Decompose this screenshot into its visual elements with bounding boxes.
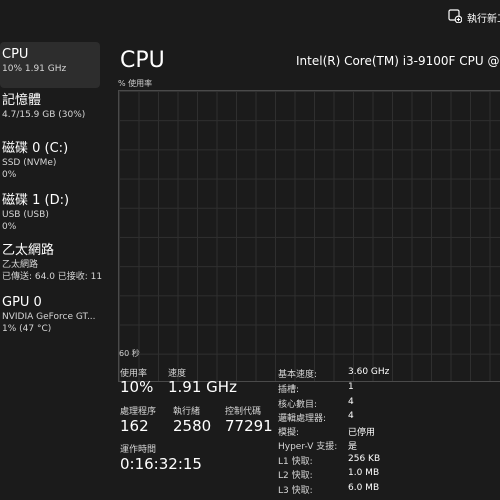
spec-label: L2 快取: [278, 471, 313, 481]
sidebar-item-disk-1[interactable]: 磁碟 1 (D:) USB (USB) 0% [0, 192, 100, 233]
sidebar-item-cpu[interactable]: CPU 10% 1.91 GHz [0, 42, 100, 88]
sidebar-item-title: 乙太網路 [2, 243, 55, 258]
spec-value: 256 KB [348, 454, 381, 464]
sidebar-item-title: 記憶體 [2, 93, 42, 108]
uptime-value: 0:16:32:15 [120, 455, 202, 473]
processes-value: 162 [120, 417, 149, 435]
run-new-task-button[interactable]: 執行新工 [448, 8, 500, 26]
sidebar-item-detail: 乙太網路 [2, 260, 39, 270]
sidebar-item-usage: 0% [2, 222, 17, 232]
speed-value: 1.91 GHz [168, 378, 237, 396]
run-task-label: 執行新工 [467, 13, 500, 25]
uptime-label: 運作時間 [120, 445, 157, 455]
threads-value: 2580 [173, 417, 212, 435]
cpu-utilization-graph [118, 90, 500, 382]
spec-label: 基本速度: [278, 370, 318, 380]
handles-label: 控制代碼 [225, 407, 262, 417]
sidebar-item-title: 磁碟 0 (C:) [2, 141, 69, 156]
page-title: CPU [120, 48, 165, 73]
sidebar-item-gpu-0[interactable]: GPU 0 NVIDIA GeForce GT... 1% (47 °C) [0, 294, 100, 335]
spec-value: 是 [348, 442, 358, 452]
spec-label: Hyper-V 支援: [278, 442, 338, 452]
spec-value: 3.60 GHz [348, 367, 390, 377]
sidebar-item-detail: USB (USB) [2, 210, 49, 220]
sidebar-item-detail: 4.7/15.9 GB (30%) [2, 110, 86, 120]
spec-label: 邏輯處理器: [278, 414, 327, 424]
sidebar-item-disk-0[interactable]: 磁碟 0 (C:) SSD (NVMe) 0% [0, 140, 100, 181]
sidebar-item-usage: 1% (47 °C) [2, 324, 52, 334]
graph-utilization-label: % 使用率 [118, 79, 153, 88]
spec-label: 核心數目: [278, 400, 318, 410]
run-task-icon [448, 8, 463, 26]
utilization-value: 10% [120, 378, 154, 396]
sidebar-item-memory[interactable]: 記憶體 4.7/15.9 GB (30%) [0, 92, 100, 121]
spec-label: 插槽: [278, 385, 300, 395]
sidebar-item-title: CPU [2, 47, 29, 62]
spec-value: 4 [348, 397, 354, 407]
sidebar-item-detail: 10% 1.91 GHz [2, 64, 67, 74]
spec-label: L1 快取: [278, 457, 313, 467]
sidebar-item-detail: NVIDIA GeForce GT... [2, 312, 96, 322]
sidebar-item-title: GPU 0 [2, 295, 42, 310]
sidebar-item-usage: 0% [2, 170, 17, 180]
cpu-model-name: Intel(R) Core(TM) i3-9100F CPU @ 3 [296, 54, 500, 68]
graph-time-label: 60 秒 [119, 349, 140, 358]
top-bar: 執行新工 [0, 0, 500, 38]
sidebar-item-detail: SSD (NVMe) [2, 158, 57, 168]
cpu-panel: CPU Intel(R) Core(TM) i3-9100F CPU @ 3 %… [104, 38, 500, 500]
sidebar: CPU 10% 1.91 GHz 記憶體 4.7/15.9 GB (30%) 磁… [0, 42, 104, 500]
threads-label: 執行緒 [173, 407, 201, 417]
processes-label: 處理程序 [120, 407, 157, 417]
sidebar-item-title: 磁碟 1 (D:) [2, 193, 70, 208]
sidebar-item-ethernet[interactable]: 乙太網路 乙太網路 已傳送: 64.0 已接收: 11 [0, 242, 104, 283]
spec-value: 1.0 MB [348, 468, 380, 478]
spec-value: 6.0 MB [348, 483, 380, 493]
spec-value: 已停用 [348, 428, 376, 438]
spec-value: 1 [348, 382, 354, 392]
handles-value: 77291 [225, 417, 273, 435]
spec-label: 模擬: [278, 428, 300, 438]
sidebar-item-usage: 已傳送: 64.0 已接收: 11 [2, 272, 103, 282]
spec-label: L3 快取: [278, 486, 313, 496]
spec-value: 4 [348, 411, 354, 421]
